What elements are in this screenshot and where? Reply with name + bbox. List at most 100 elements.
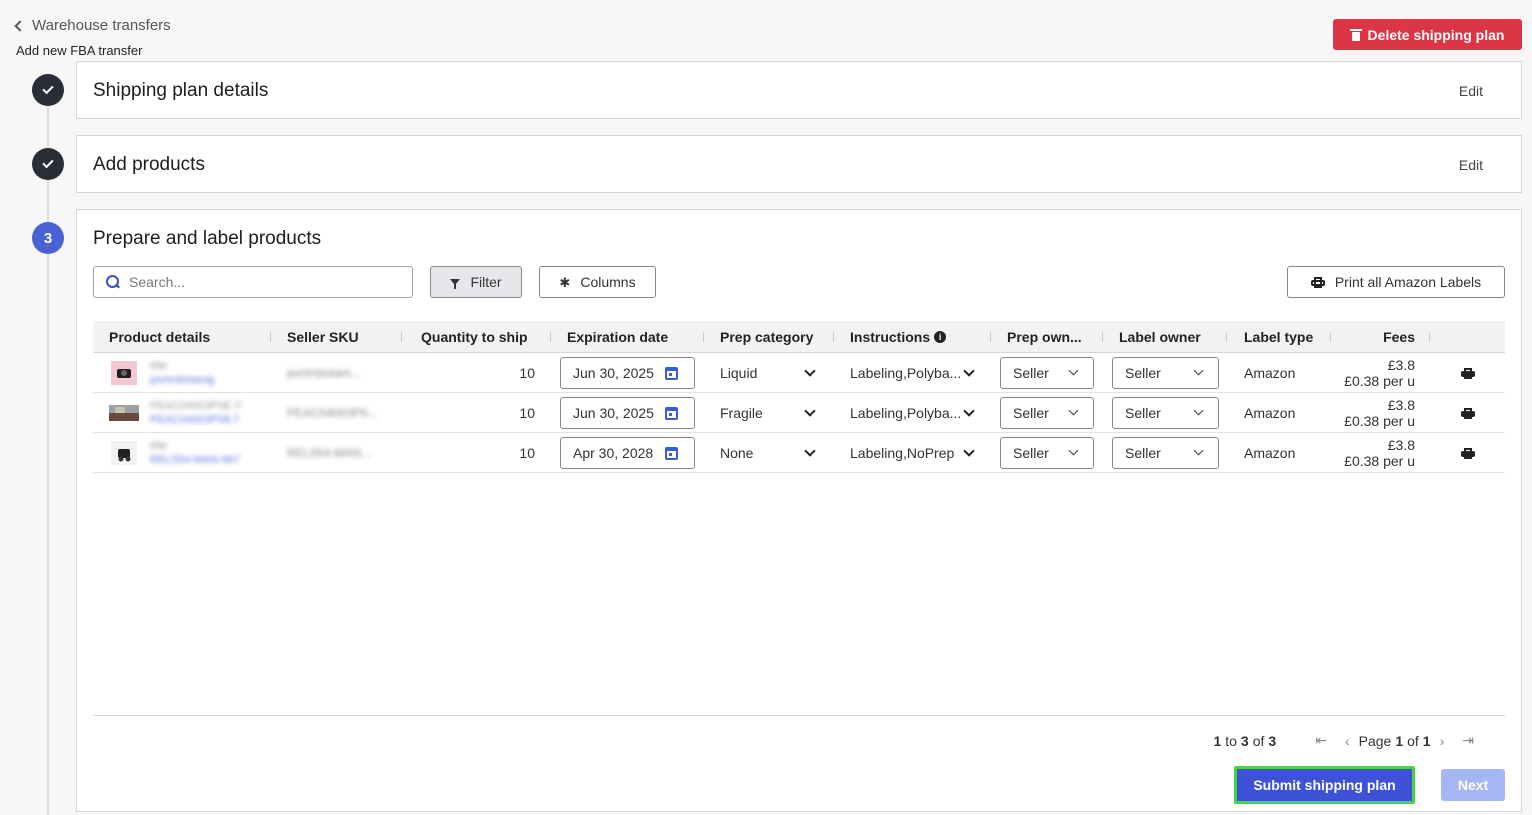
previous-page-icon[interactable]: ‹ xyxy=(1345,733,1350,749)
print-label-button[interactable] xyxy=(1461,353,1475,393)
next-button[interactable]: Next xyxy=(1441,769,1505,801)
range-start: 1 xyxy=(1213,732,1222,749)
submit-shipping-plan-button[interactable]: Submit shipping plan xyxy=(1234,766,1415,804)
prep-category-select[interactable]: Liquid xyxy=(720,353,820,393)
label-owner-select[interactable]: Seller xyxy=(1112,357,1219,389)
columns-label: Columns xyxy=(580,274,636,290)
label-owner-select[interactable]: Seller xyxy=(1112,397,1219,429)
column-header-expiration[interactable]: Expiration date xyxy=(567,321,668,353)
page-total: 1 xyxy=(1422,732,1431,749)
edit-products-button[interactable]: Edit xyxy=(1459,157,1483,173)
table-header: Product details Seller SKU Quantity to s… xyxy=(93,321,1505,353)
pagination: 1 to 3 of 3 ⇤ ‹ Page 1 of 1 › ⇥ xyxy=(1213,732,1483,749)
product-thumbnail xyxy=(111,361,137,385)
chevron-down-icon xyxy=(1193,365,1204,376)
step-shipping-plan-details: Shipping plan details Edit xyxy=(76,61,1522,119)
calendar-icon[interactable] xyxy=(665,367,678,380)
fee-total: £3.8 xyxy=(1387,357,1415,373)
product-thumbnail xyxy=(111,441,137,465)
delete-shipping-plan-button[interactable]: Delete shipping plan xyxy=(1333,19,1522,50)
printer-icon xyxy=(1461,367,1475,379)
chevron-down-icon xyxy=(1068,445,1079,456)
prep-owner-value: Seller xyxy=(1013,445,1049,461)
filter-button[interactable]: Filter xyxy=(430,266,522,298)
product-title: title xyxy=(150,360,168,372)
calendar-icon[interactable] xyxy=(665,447,678,460)
column-header-label-owner[interactable]: Label owner xyxy=(1119,321,1201,353)
check-icon xyxy=(42,82,54,95)
expiration-date-value: Apr 30, 2028 xyxy=(573,445,654,461)
column-header-prep-owner[interactable]: Prep own... xyxy=(1007,321,1087,353)
column-header-product-details[interactable]: Product details xyxy=(109,321,210,353)
prep-owner-select[interactable]: Seller xyxy=(1000,397,1094,429)
chevron-down-icon xyxy=(804,365,816,377)
chevron-down-icon xyxy=(963,365,975,377)
chevron-down-icon xyxy=(804,405,816,417)
column-header-fees[interactable]: Fees xyxy=(1383,321,1415,353)
print-label-button[interactable] xyxy=(1461,393,1475,433)
seller-sku: portmbotani... xyxy=(287,366,361,380)
fees: £3.8 £0.38 per u xyxy=(1333,393,1415,433)
filter-icon xyxy=(450,279,461,289)
prep-owner-select[interactable]: Seller xyxy=(1000,357,1094,389)
print-all-label: Print all Amazon Labels xyxy=(1334,274,1482,290)
step-title: Add products xyxy=(93,154,205,175)
page-of-text: of xyxy=(1407,732,1419,749)
edit-shipping-plan-button[interactable]: Edit xyxy=(1459,83,1483,99)
check-icon xyxy=(42,156,54,169)
back-link-label: Warehouse transfers xyxy=(32,17,171,34)
info-icon[interactable]: i xyxy=(934,331,947,343)
label-type: Amazon xyxy=(1244,405,1296,421)
search-input[interactable] xyxy=(129,274,389,290)
products-table: Product details Seller SKU Quantity to s… xyxy=(93,321,1505,473)
instructions-value: Labeling,Polyba... xyxy=(850,405,962,421)
page-current: 1 xyxy=(1395,732,1404,749)
gear-icon: ✱ xyxy=(559,274,571,290)
page-subtitle: Add new FBA transfer xyxy=(16,43,143,58)
step-title: Shipping plan details xyxy=(93,80,269,101)
column-header-instructions[interactable]: Instructions i xyxy=(850,321,947,353)
product-details[interactable]: PEAC04003P08.7i PEAC04003P08.7 xyxy=(150,399,242,427)
instructions-select[interactable]: Labeling,NoPrep xyxy=(850,433,978,473)
product-details[interactable]: title portmbotanig xyxy=(150,359,214,387)
column-header-quantity[interactable]: Quantity to ship xyxy=(421,321,528,353)
column-header-seller-sku[interactable]: Seller SKU xyxy=(287,321,359,353)
column-header-prep-category[interactable]: Prep category xyxy=(720,321,813,353)
table-row: title REL554-MAN-967 REL554-MAN... 10 Ap… xyxy=(93,433,1505,473)
back-link[interactable]: Warehouse transfers xyxy=(12,17,171,34)
prep-category-select[interactable]: Fragile xyxy=(720,393,820,433)
prep-owner-select[interactable]: Seller xyxy=(1000,437,1094,469)
last-page-icon[interactable]: ⇥ xyxy=(1462,732,1474,749)
columns-button[interactable]: ✱ Columns xyxy=(539,266,656,298)
product-details[interactable]: title REL554-MAN-967 xyxy=(150,439,240,467)
print-label-button[interactable] xyxy=(1461,433,1475,473)
instructions-select[interactable]: Labeling,Polyba... xyxy=(850,353,978,393)
expiration-date-field[interactable]: Jun 30, 2025 xyxy=(560,397,695,429)
expiration-date-field[interactable]: Jun 30, 2025 xyxy=(560,357,695,389)
quantity-to-ship[interactable]: 10 xyxy=(493,353,535,393)
calendar-icon[interactable] xyxy=(665,407,678,420)
quantity-to-ship[interactable]: 10 xyxy=(493,393,535,433)
column-header-label-type[interactable]: Label type xyxy=(1244,321,1314,353)
first-page-icon[interactable]: ⇤ xyxy=(1315,732,1327,749)
next-page-icon[interactable]: › xyxy=(1440,733,1445,749)
instructions-value: Labeling,Polyba... xyxy=(850,365,962,381)
step-1-complete-indicator xyxy=(32,74,64,106)
printer-icon xyxy=(1461,407,1475,419)
print-all-labels-button[interactable]: Print all Amazon Labels xyxy=(1287,266,1505,298)
product-thumbnail xyxy=(109,405,139,421)
prep-category-select[interactable]: None xyxy=(720,433,820,473)
fee-total: £3.8 xyxy=(1387,397,1415,413)
seller-sku: REL554-MAN... xyxy=(287,446,372,460)
fees: £3.8 £0.38 per u xyxy=(1333,353,1415,393)
filter-label: Filter xyxy=(470,274,502,290)
instructions-select[interactable]: Labeling,Polyba... xyxy=(850,393,978,433)
product-link: portmbotanig xyxy=(150,374,215,386)
range-of-text: of xyxy=(1252,732,1265,749)
search-field[interactable] xyxy=(93,266,413,298)
quantity-to-ship[interactable]: 10 xyxy=(493,433,535,473)
table-row: PEAC04003P08.7i PEAC04003P08.7 PEAC04003… xyxy=(93,393,1505,433)
expiration-date-field[interactable]: Apr 30, 2028 xyxy=(560,437,695,469)
label-owner-select[interactable]: Seller xyxy=(1112,437,1219,469)
prep-owner-value: Seller xyxy=(1013,405,1049,421)
